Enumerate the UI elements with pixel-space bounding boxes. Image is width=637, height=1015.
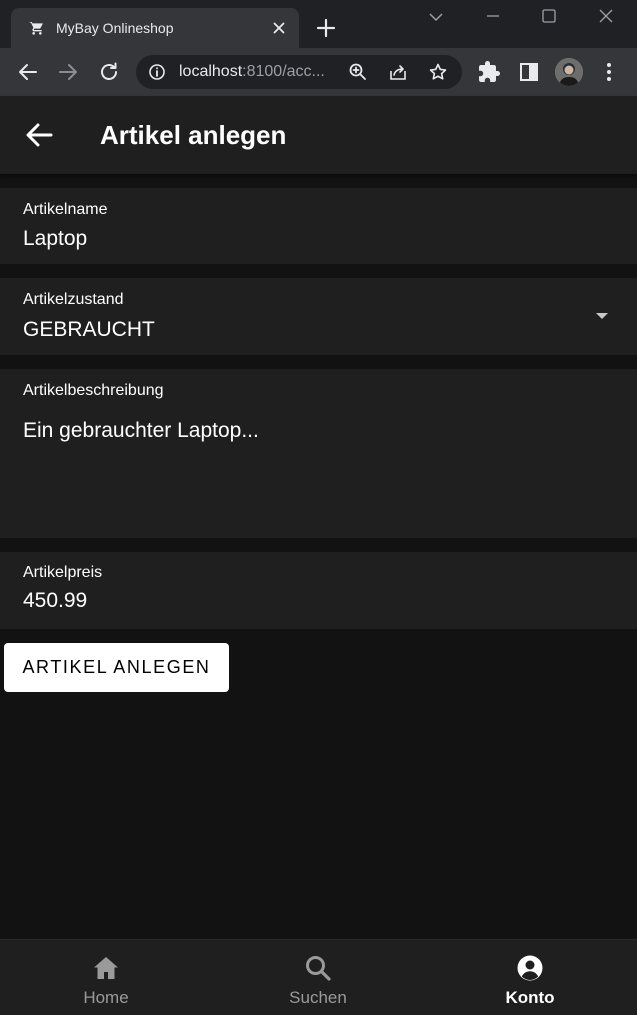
dropdown-arrow-icon[interactable] <box>596 313 608 319</box>
article-description-textarea[interactable]: Ein gebrauchter Laptop... <box>23 419 259 443</box>
article-description-field[interactable]: Artikelbeschreibung Ein gebrauchter Lapt… <box>0 369 637 538</box>
zoom-icon[interactable] <box>348 62 368 82</box>
tab-search[interactable]: Suchen <box>212 940 424 1015</box>
tab-search-label: Suchen <box>289 988 347 1007</box>
app-content: Artikel anlegen Artikelname Laptop Artik… <box>0 96 637 1015</box>
tab-search-chevron-icon[interactable] <box>422 6 450 30</box>
forward-arrow-icon[interactable] <box>56 60 80 84</box>
browser-window: MyBay Onlineshop localhost:8100/acc... <box>0 0 637 96</box>
article-condition-select[interactable]: GEBRAUCHT <box>23 318 155 342</box>
browser-toolbar: localhost:8100/acc... <box>0 48 637 96</box>
url-host: localhost <box>179 63 243 80</box>
tab-account-label: Konto <box>505 988 555 1007</box>
create-article-button[interactable]: ARTIKEL ANLEGEN <box>4 643 229 692</box>
tab-home[interactable]: Home <box>0 940 212 1015</box>
cart-icon <box>29 21 43 35</box>
close-icon[interactable] <box>269 18 289 38</box>
share-icon[interactable] <box>388 62 408 82</box>
article-description-label: Artikelbeschreibung <box>23 382 164 399</box>
reload-icon[interactable] <box>97 60 121 84</box>
back-arrow-icon[interactable] <box>16 60 40 84</box>
browser-tab[interactable]: MyBay Onlineshop <box>11 8 299 48</box>
url-text[interactable]: localhost:8100/acc... <box>179 63 325 81</box>
article-name-field[interactable]: Artikelname Laptop <box>0 188 637 264</box>
minimize-icon[interactable] <box>479 6 507 30</box>
app-header: Artikel anlegen <box>0 96 637 174</box>
back-arrow-icon[interactable] <box>22 118 56 152</box>
tab-home-label: Home <box>83 988 129 1007</box>
article-price-label: Artikelpreis <box>23 564 103 581</box>
bottom-tab-bar: Home Suchen Konto <box>0 939 637 1015</box>
article-price-field[interactable]: Artikelpreis 450.99 <box>0 552 637 629</box>
profile-picture-icon <box>555 58 583 86</box>
article-name-label: Artikelname <box>23 201 108 218</box>
article-name-input[interactable]: Laptop <box>23 227 87 251</box>
home-icon <box>94 957 118 979</box>
profile-avatar[interactable] <box>555 58 583 86</box>
article-condition-field[interactable]: Artikelzustand GEBRAUCHT <box>0 278 637 355</box>
tab-account[interactable]: Konto <box>424 940 636 1015</box>
new-tab-icon[interactable] <box>314 16 338 40</box>
maximize-icon[interactable] <box>535 6 563 30</box>
window-close-icon[interactable] <box>592 6 620 30</box>
info-icon[interactable] <box>148 63 166 81</box>
side-panel-icon[interactable] <box>517 60 541 84</box>
url-path: :8100/acc... <box>242 63 325 80</box>
address-bar[interactable]: localhost:8100/acc... <box>136 55 462 89</box>
article-price-input[interactable]: 450.99 <box>23 589 87 613</box>
tab-title: MyBay Onlineshop <box>56 20 174 36</box>
bookmark-star-icon[interactable] <box>428 62 448 82</box>
article-condition-label: Artikelzustand <box>23 291 124 308</box>
more-menu-icon[interactable] <box>597 60 621 84</box>
tab-strip: MyBay Onlineshop <box>0 0 637 48</box>
extensions-icon[interactable] <box>477 60 501 84</box>
page-title: Artikel anlegen <box>100 120 287 150</box>
account-icon <box>517 955 543 981</box>
search-icon <box>306 956 331 981</box>
